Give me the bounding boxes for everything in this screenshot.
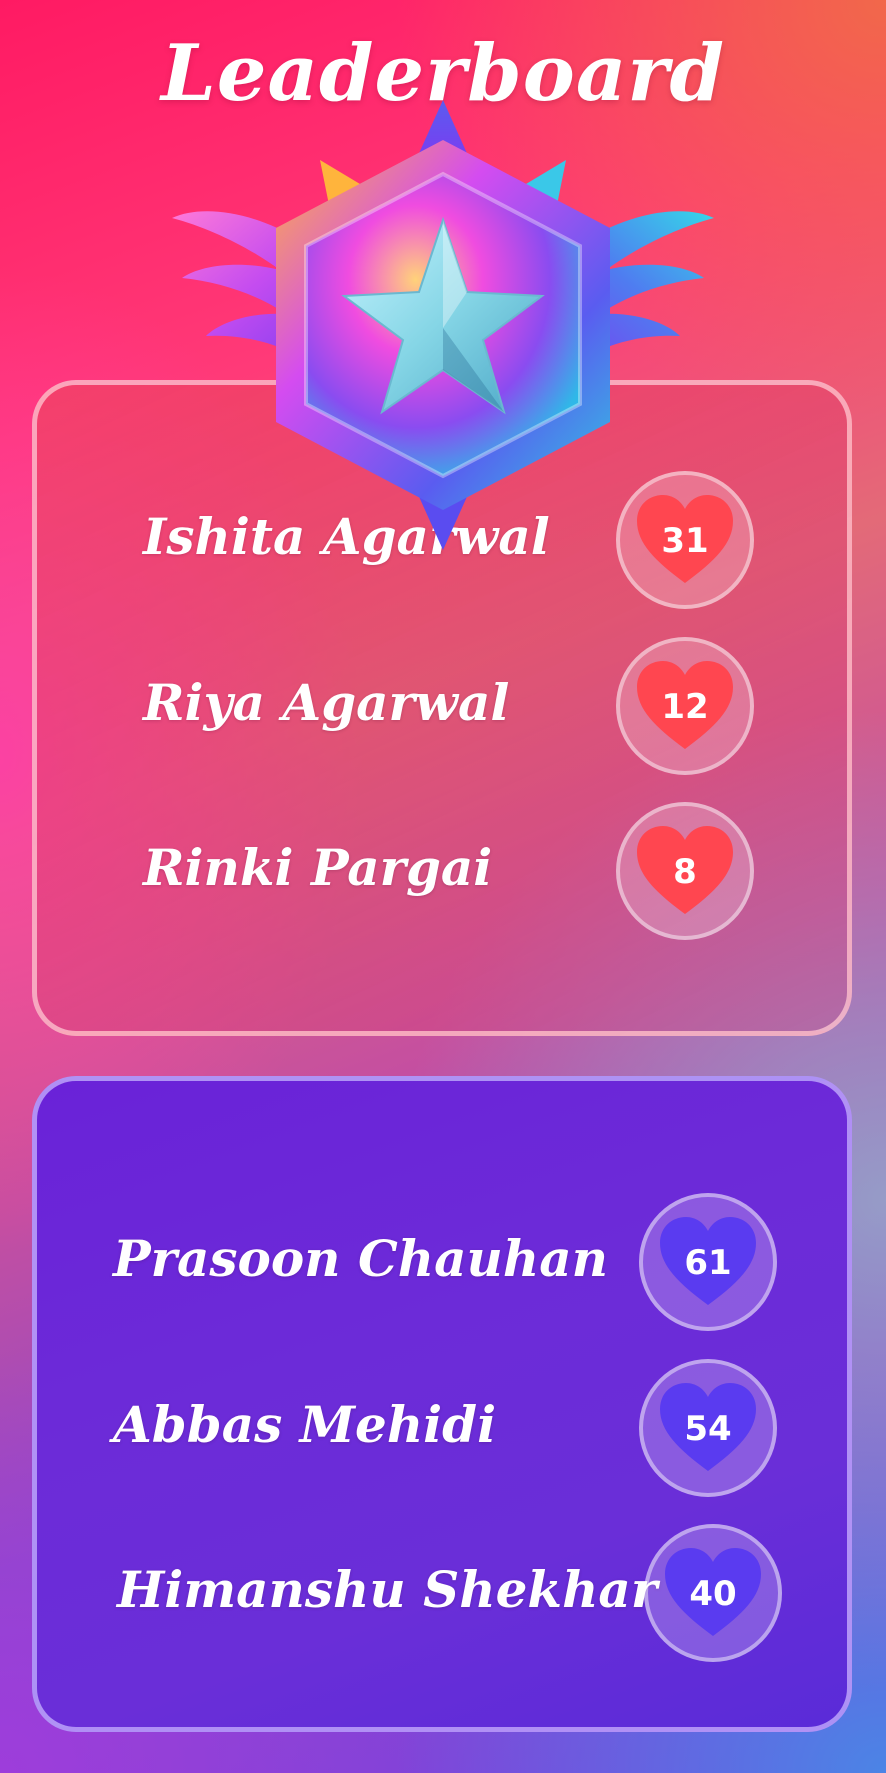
- leaderboard-row: Riya Agarwal 12: [37, 637, 857, 777]
- leaderboard-row: Abbas Mehidi 54: [37, 1359, 857, 1499]
- heart-icon: 61: [658, 1215, 758, 1309]
- heart-icon: 54: [658, 1381, 758, 1475]
- score-value: 40: [689, 1574, 737, 1614]
- score-badge: 8: [616, 802, 754, 940]
- bottom-leaderboard-panel: Prasoon Chauhan 61 Abbas Mehidi 54 Himan…: [32, 1076, 852, 1732]
- leaderboard-row: Rinki Pargai 8: [37, 802, 857, 942]
- leaderboard-row: Prasoon Chauhan 61: [37, 1193, 857, 1333]
- score-badge: 40: [644, 1524, 782, 1662]
- score-badge: 12: [616, 637, 754, 775]
- score-value: 12: [661, 687, 709, 727]
- leaderboard-row: Himanshu Shekhar 40: [37, 1524, 857, 1664]
- score-value: 61: [684, 1243, 732, 1283]
- player-name: Prasoon Chauhan: [113, 1229, 608, 1288]
- score-value: 8: [673, 852, 697, 892]
- score-value: 54: [684, 1409, 732, 1449]
- heart-icon: 12: [635, 659, 735, 753]
- score-badge: 61: [639, 1193, 777, 1331]
- heart-icon: 8: [635, 824, 735, 918]
- player-name: Riya Agarwal: [143, 673, 510, 732]
- score-badge: 54: [639, 1359, 777, 1497]
- heart-icon: 40: [663, 1546, 763, 1640]
- player-name: Rinki Pargai: [143, 838, 493, 897]
- player-name: Himanshu Shekhar: [117, 1560, 658, 1619]
- winged-star-medal-icon: [170, 100, 716, 550]
- player-name: Abbas Mehidi: [113, 1395, 497, 1454]
